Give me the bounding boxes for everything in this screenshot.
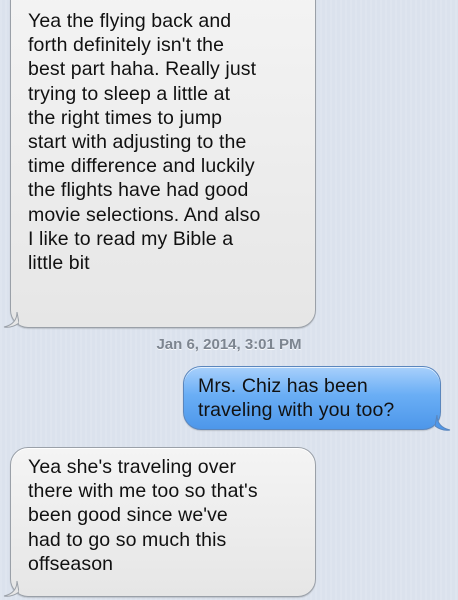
incoming-message-bubble[interactable]: Yea the flying back and forth definitely… xyxy=(10,0,316,328)
bubble-tail-icon xyxy=(3,312,19,328)
outgoing-message-bubble[interactable]: Mrs. Chiz has been traveling with you to… xyxy=(183,366,441,430)
bubble-tail-icon xyxy=(435,415,451,431)
message-text: Mrs. Chiz has been traveling with you to… xyxy=(198,375,395,422)
message-text: Yea the flying back and forth definitely… xyxy=(28,10,261,275)
incoming-message-bubble[interactable]: Yea she's traveling over there with me t… xyxy=(10,447,316,597)
message-timestamp: Jan 6, 2014, 3:01 PM xyxy=(156,336,302,353)
message-text: Yea she's traveling over there with me t… xyxy=(28,456,258,575)
message-thread[interactable]: Yea the flying back and forth definitely… xyxy=(0,0,458,600)
bubble-tail-icon xyxy=(3,581,19,597)
